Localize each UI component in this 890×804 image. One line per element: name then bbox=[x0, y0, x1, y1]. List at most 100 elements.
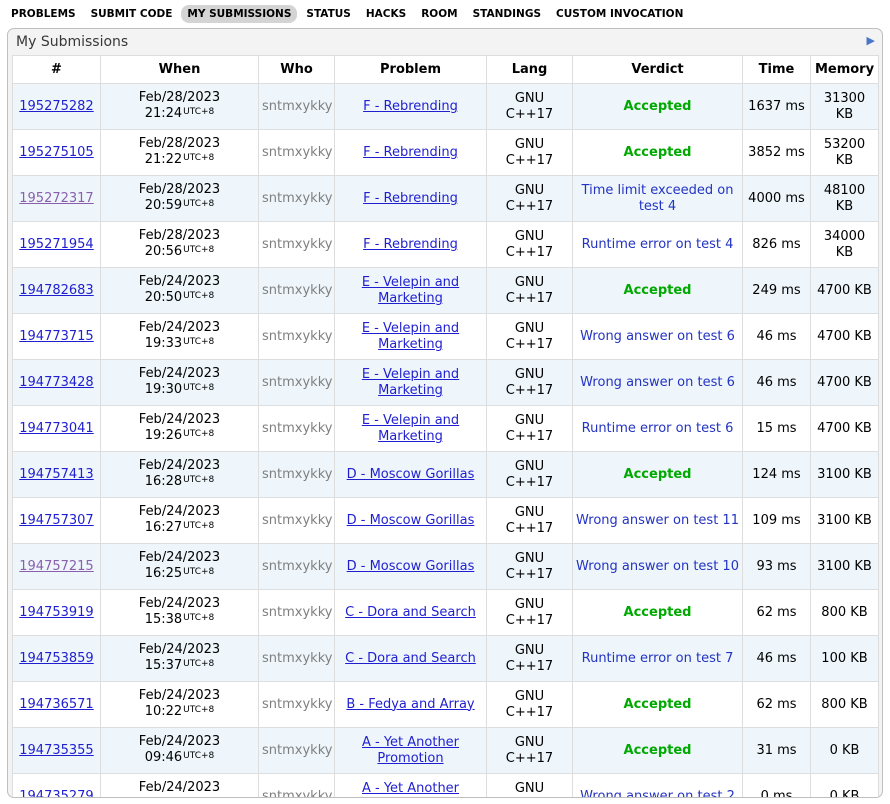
submission-problem-cell: C - Dora and Search bbox=[335, 590, 487, 636]
nav-item[interactable]: ROOM bbox=[415, 5, 463, 23]
submission-timezone: UTC+8 bbox=[183, 337, 214, 347]
submission-id-link[interactable]: 194735355 bbox=[19, 743, 93, 758]
submission-verdict-cell: Wrong answer on test 11 bbox=[573, 498, 743, 544]
submission-problem-cell: D - Moscow Gorillas bbox=[335, 452, 487, 498]
submission-id-link[interactable]: 194757215 bbox=[19, 559, 93, 574]
memory-consumed: 4700 KB bbox=[817, 375, 872, 390]
submission-verdict-cell: Accepted bbox=[573, 682, 743, 728]
language-label: GNU C++17 bbox=[506, 413, 554, 445]
submission-id-link[interactable]: 194782683 bbox=[19, 283, 93, 298]
submission-verdict-cell: Accepted bbox=[573, 728, 743, 774]
submission-problem-cell: D - Moscow Gorillas bbox=[335, 498, 487, 544]
language-label: GNU C++17 bbox=[506, 735, 554, 767]
language-label: GNU C++17 bbox=[506, 91, 554, 123]
verdict-text: Accepted bbox=[624, 467, 692, 482]
submission-problem-cell: E - Velepin and Marketing bbox=[335, 360, 487, 406]
verdict-text: Accepted bbox=[624, 283, 692, 298]
submission-id-link[interactable]: 194753859 bbox=[19, 651, 93, 666]
submission-id-link[interactable]: 194773428 bbox=[19, 375, 93, 390]
table-row: 195272317 Feb/28/2023 20:59UTC+8 sntmxyk… bbox=[13, 176, 879, 222]
expand-arrow-icon[interactable]: ▶ bbox=[867, 35, 875, 46]
submission-id-cell: 194736571 bbox=[13, 682, 101, 728]
problem-link[interactable]: B - Fedya and Array bbox=[346, 697, 474, 712]
table-row: 194753919 Feb/24/2023 15:38UTC+8 sntmxyk… bbox=[13, 590, 879, 636]
submission-time-cell: 4000 ms bbox=[743, 176, 811, 222]
problem-link[interactable]: E - Velepin and Marketing bbox=[362, 367, 459, 398]
problem-link[interactable]: A - Yet Another Promotion bbox=[362, 781, 459, 799]
problem-link[interactable]: A - Yet Another Promotion bbox=[362, 735, 459, 766]
submission-id-cell: 195275105 bbox=[13, 130, 101, 176]
submissions-table: #WhenWhoProblemLangVerdictTimeMemory 195… bbox=[12, 55, 879, 798]
submission-when-cell: Feb/24/2023 09:46UTC+8 bbox=[101, 728, 259, 774]
submission-time-cell: 1637 ms bbox=[743, 84, 811, 130]
submission-problem-cell: B - Fedya and Array bbox=[335, 682, 487, 728]
submission-who-cell: sntmxykky bbox=[259, 544, 335, 590]
nav-item[interactable]: CUSTOM INVOCATION bbox=[550, 5, 689, 23]
submission-id-cell: 194757215 bbox=[13, 544, 101, 590]
problem-link[interactable]: C - Dora and Search bbox=[345, 605, 476, 620]
table-row: 194773428 Feb/24/2023 19:30UTC+8 sntmxyk… bbox=[13, 360, 879, 406]
submission-id-link[interactable]: 194753919 bbox=[19, 605, 93, 620]
submission-who-cell: sntmxykky bbox=[259, 590, 335, 636]
submission-who-cell: sntmxykky bbox=[259, 314, 335, 360]
submission-id-link[interactable]: 194736571 bbox=[19, 697, 93, 712]
submission-time: 15:38 bbox=[145, 612, 182, 627]
submission-verdict-cell: Runtime error on test 4 bbox=[573, 222, 743, 268]
language-label: GNU C++17 bbox=[506, 321, 554, 353]
submitter-handle: sntmxykky bbox=[262, 145, 332, 160]
submission-who-cell: sntmxykky bbox=[259, 84, 335, 130]
problem-link[interactable]: E - Velepin and Marketing bbox=[362, 413, 459, 444]
submission-id-link[interactable]: 194757307 bbox=[19, 513, 93, 528]
submission-when-cell: Feb/24/2023 20:50UTC+8 bbox=[101, 268, 259, 314]
nav-item[interactable]: STANDINGS bbox=[467, 5, 547, 23]
submission-time-line: 15:37UTC+8 bbox=[104, 658, 255, 675]
problem-link[interactable]: E - Velepin and Marketing bbox=[362, 275, 459, 306]
problem-link[interactable]: F - Rebrending bbox=[363, 237, 458, 252]
submission-id-link[interactable]: 195271954 bbox=[19, 237, 93, 252]
nav-item[interactable]: PROBLEMS bbox=[5, 5, 82, 23]
problem-link[interactable]: F - Rebrending bbox=[363, 145, 458, 160]
problem-link[interactable]: D - Moscow Gorillas bbox=[347, 467, 475, 482]
submission-id-link[interactable]: 194773041 bbox=[19, 421, 93, 436]
submission-id-link[interactable]: 194735279 bbox=[19, 789, 93, 799]
submission-time-cell: 249 ms bbox=[743, 268, 811, 314]
submission-memory-cell: 4700 KB bbox=[811, 406, 879, 452]
table-row: 194736571 Feb/24/2023 10:22UTC+8 sntmxyk… bbox=[13, 682, 879, 728]
problem-link[interactable]: F - Rebrending bbox=[363, 99, 458, 114]
submission-id-link[interactable]: 195275282 bbox=[19, 99, 93, 114]
nav-item[interactable]: SUBMIT CODE bbox=[85, 5, 179, 23]
submission-lang-cell: GNU C++17 bbox=[487, 636, 573, 682]
submission-id-link[interactable]: 195275105 bbox=[19, 145, 93, 160]
problem-link[interactable]: E - Velepin and Marketing bbox=[362, 321, 459, 352]
nav-item[interactable]: HACKS bbox=[360, 5, 412, 23]
nav-item[interactable]: MY SUBMISSIONS bbox=[181, 5, 297, 23]
submission-memory-cell: 53200 KB bbox=[811, 130, 879, 176]
time-consumed: 46 ms bbox=[756, 651, 796, 666]
verdict-text: Wrong answer on test 11 bbox=[576, 513, 739, 528]
nav-item[interactable]: STATUS bbox=[300, 5, 356, 23]
submission-id-link[interactable]: 194757413 bbox=[19, 467, 93, 482]
memory-consumed: 800 KB bbox=[821, 605, 867, 620]
submission-lang-cell: GNU C++17 bbox=[487, 84, 573, 130]
verdict-text: Accepted bbox=[624, 145, 692, 160]
memory-consumed: 100 KB bbox=[821, 651, 867, 666]
submission-time: 20:50 bbox=[145, 290, 182, 305]
table-row: 195275282 Feb/28/2023 21:24UTC+8 sntmxyk… bbox=[13, 84, 879, 130]
submission-timezone: UTC+8 bbox=[183, 383, 214, 393]
submission-date: Feb/24/2023 bbox=[104, 734, 255, 750]
submission-timezone: UTC+8 bbox=[183, 153, 214, 163]
submission-id-link[interactable]: 195272317 bbox=[19, 191, 93, 206]
problem-link[interactable]: D - Moscow Gorillas bbox=[347, 513, 475, 528]
submission-problem-cell: C - Dora and Search bbox=[335, 636, 487, 682]
time-consumed: 15 ms bbox=[756, 421, 796, 436]
submission-lang-cell: GNU C++17 bbox=[487, 774, 573, 799]
problem-link[interactable]: C - Dora and Search bbox=[345, 651, 476, 666]
memory-consumed: 800 KB bbox=[821, 697, 867, 712]
memory-consumed: 4700 KB bbox=[817, 421, 872, 436]
submission-time-cell: 826 ms bbox=[743, 222, 811, 268]
problem-link[interactable]: D - Moscow Gorillas bbox=[347, 559, 475, 574]
submission-id-link[interactable]: 194773715 bbox=[19, 329, 93, 344]
problem-link[interactable]: F - Rebrending bbox=[363, 191, 458, 206]
language-label: GNU C++17 bbox=[506, 229, 554, 261]
verdict-text: Runtime error on test 6 bbox=[582, 421, 734, 436]
